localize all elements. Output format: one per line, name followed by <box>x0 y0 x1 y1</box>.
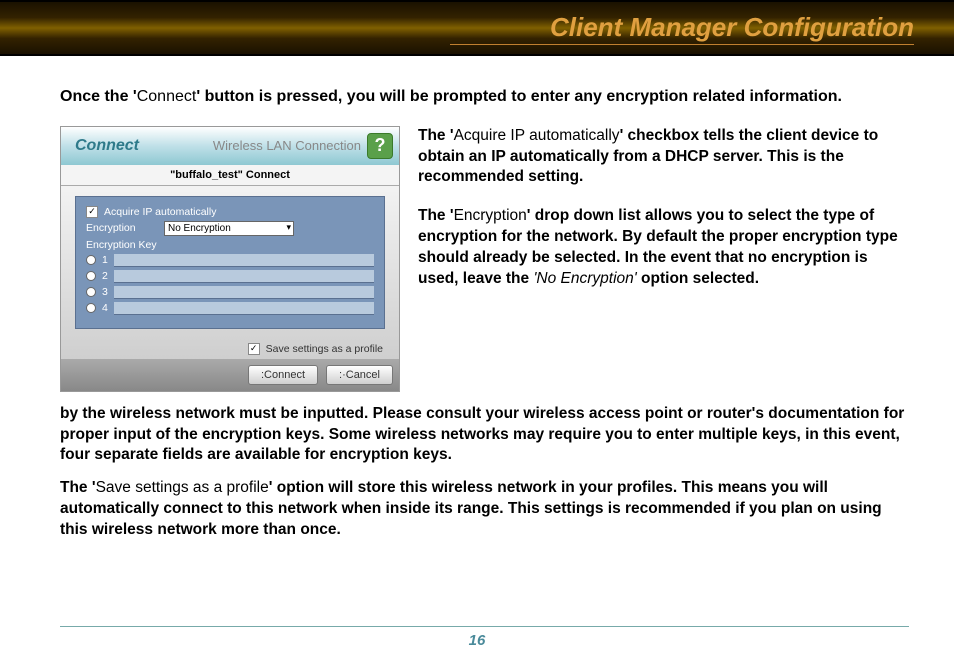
below-p2: The 'Save settings as a profile' option … <box>60 478 909 541</box>
below-p2-pre: The ' <box>60 479 96 496</box>
below-p2-thin: Save settings as a profile <box>96 479 269 496</box>
acquire-ip-label: Acquire IP automatically <box>104 206 216 218</box>
intro-pre: Once the ' <box>60 88 137 105</box>
dialog-panel: ✓ Acquire IP automatically Encryption No… <box>75 196 385 329</box>
key-row-1: 1 <box>86 254 374 267</box>
key-radio-4[interactable] <box>86 303 96 313</box>
below-p1: by the wireless network must be inputted… <box>60 404 909 467</box>
footer-line <box>60 626 909 627</box>
save-settings-checkbox[interactable]: ✓ <box>248 343 260 355</box>
side-p1-thin: Acquire IP automatically <box>454 127 620 144</box>
dialog-subtitle: Wireless LAN Connection <box>213 138 361 153</box>
side-p2-pre: The ' <box>418 207 454 224</box>
network-line: "buffalo_test" Connect <box>61 165 399 186</box>
below-text: by the wireless network must be inputted… <box>60 404 909 542</box>
side-p2-ital: 'No Encryption' <box>533 270 636 287</box>
key-field-3[interactable] <box>114 286 374 299</box>
key-num-1: 1 <box>102 254 108 266</box>
side-p2: The 'Encryption' drop down list allows y… <box>418 206 909 290</box>
acquire-ip-checkbox[interactable]: ✓ <box>86 206 98 218</box>
dialog-title: Connect <box>67 137 147 155</box>
key-num-3: 3 <box>102 286 108 298</box>
key-num-2: 2 <box>102 270 108 282</box>
encryption-key-label-row: Encryption Key <box>86 239 374 251</box>
key-row-2: 2 <box>86 270 374 283</box>
page-content: Once the 'Connect' button is pressed, yo… <box>0 56 954 573</box>
side-p1: The 'Acquire IP automatically' checkbox … <box>418 126 909 189</box>
page-header-title: Client Manager Configuration <box>550 12 914 43</box>
page-number: 16 <box>0 632 954 649</box>
encryption-key-label: Encryption Key <box>86 239 157 251</box>
save-settings-row: ✓ Save settings as a profile <box>61 339 399 359</box>
encryption-select[interactable]: No Encryption <box>164 221 294 236</box>
key-radio-1[interactable] <box>86 255 96 265</box>
side-p1-pre: The ' <box>418 127 454 144</box>
key-field-4[interactable] <box>114 302 374 315</box>
key-radio-3[interactable] <box>86 287 96 297</box>
dialog-header: Connect Wireless LAN Connection ? <box>61 127 399 165</box>
main-row: Connect Wireless LAN Connection ? "buffa… <box>60 126 909 392</box>
header-underline <box>450 44 914 45</box>
intro-paragraph: Once the 'Connect' button is pressed, yo… <box>60 86 909 108</box>
connect-dialog: Connect Wireless LAN Connection ? "buffa… <box>60 126 400 392</box>
cancel-button[interactable]: :·Cancel <box>326 365 393 385</box>
acquire-ip-row: ✓ Acquire IP automatically <box>86 206 374 218</box>
encryption-label: Encryption <box>86 222 158 234</box>
side-p2-thin: Encryption <box>454 207 527 224</box>
encryption-row: Encryption No Encryption <box>86 221 374 236</box>
key-field-1[interactable] <box>114 254 374 267</box>
connect-button[interactable]: :Connect <box>248 365 318 385</box>
side-p2-post: option selected. <box>637 270 759 287</box>
key-field-2[interactable] <box>114 270 374 283</box>
key-row-4: 4 <box>86 302 374 315</box>
save-settings-label: Save settings as a profile <box>266 343 383 355</box>
side-text: The 'Acquire IP automatically' checkbox … <box>418 126 909 392</box>
help-icon[interactable]: ? <box>367 133 393 159</box>
key-row-3: 3 <box>86 286 374 299</box>
key-num-4: 4 <box>102 302 108 314</box>
dialog-button-row: :Connect :·Cancel <box>61 359 399 391</box>
intro-connect-word: Connect <box>137 88 197 105</box>
intro-post: ' button is pressed, you will be prompte… <box>196 88 842 105</box>
key-radio-2[interactable] <box>86 271 96 281</box>
header-band: Client Manager Configuration <box>0 0 954 56</box>
